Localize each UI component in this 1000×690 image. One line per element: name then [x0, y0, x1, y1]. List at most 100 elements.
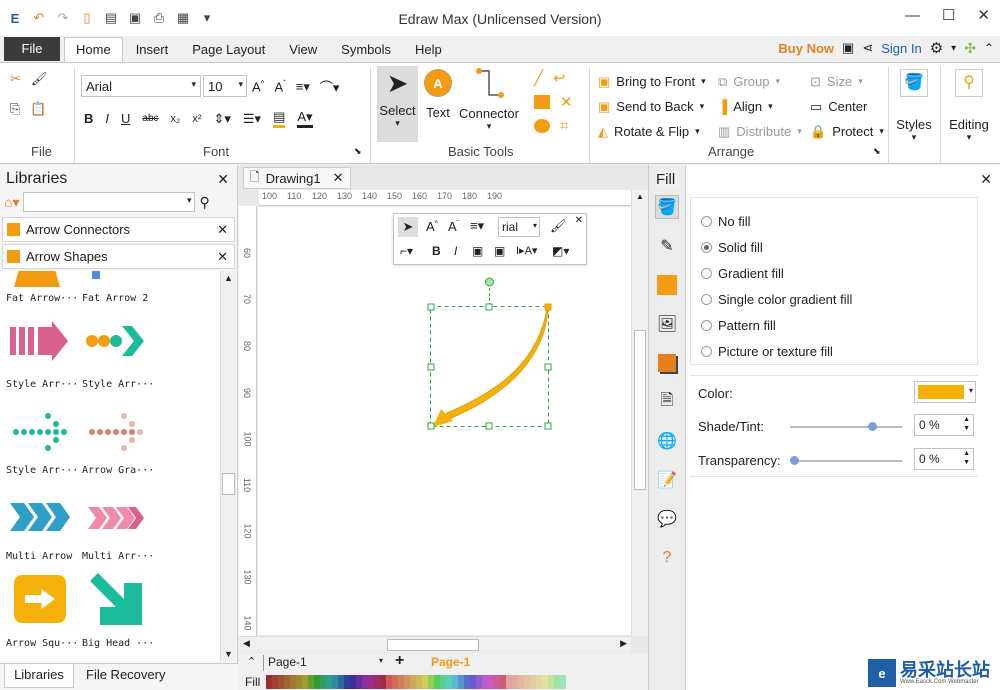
- protect-button[interactable]: Protect: [832, 124, 873, 139]
- image-tab-icon[interactable]: 🖼: [655, 312, 679, 336]
- color-palette[interactable]: [266, 674, 567, 689]
- paste-icon[interactable]: 📋: [30, 101, 46, 117]
- skin-icon[interactable]: ✣: [964, 40, 976, 57]
- send-to-back-button[interactable]: Send to Back: [616, 99, 693, 114]
- slider-knob[interactable]: [868, 422, 877, 431]
- layer-tab-icon[interactable]: [655, 351, 679, 375]
- help-tab-icon[interactable]: ?: [655, 546, 679, 570]
- share-icon[interactable]: ⋖: [862, 40, 873, 56]
- size-button[interactable]: Size: [827, 74, 852, 89]
- group-button[interactable]: Group: [733, 74, 769, 89]
- fill-option-gradient[interactable]: Gradient fill: [691, 260, 977, 286]
- resize-handle[interactable]: [485, 303, 493, 311]
- font-color-icon[interactable]: A▾: [297, 109, 313, 128]
- center-button[interactable]: Center: [828, 99, 867, 114]
- subscript-icon[interactable]: x₂: [171, 113, 181, 125]
- transparency-input[interactable]: 0 % ▲ ▼: [914, 448, 974, 470]
- rotate-flip-button[interactable]: Rotate & Flip: [614, 124, 689, 139]
- tab-help[interactable]: Help: [404, 38, 453, 62]
- scroll-thumb[interactable]: [222, 473, 235, 495]
- format-painter-icon[interactable]: 🖌: [31, 71, 48, 87]
- radio-button[interactable]: [701, 345, 712, 357]
- style-arrow2-thumb[interactable]: [86, 326, 144, 356]
- slider-knob[interactable]: [790, 456, 799, 465]
- scroll-thumb[interactable]: [387, 639, 479, 651]
- radio-button[interactable]: [701, 267, 712, 279]
- palette-color-swatch[interactable]: [560, 674, 567, 689]
- tab-home[interactable]: Home: [64, 37, 123, 62]
- close-icon[interactable]: ✕: [977, 6, 990, 24]
- close-tab-icon[interactable]: ✕: [333, 170, 344, 186]
- mini-fill-icon[interactable]: ◩▾: [552, 244, 569, 258]
- crop-icon[interactable]: ⌗: [560, 117, 568, 134]
- resize-handle[interactable]: [427, 363, 435, 371]
- fill-option-solid[interactable]: Solid fill: [691, 234, 977, 260]
- note-tab-icon[interactable]: 📝: [655, 468, 679, 492]
- scroll-thumb[interactable]: [634, 330, 646, 490]
- big-head-arrow-thumb[interactable]: [90, 573, 142, 625]
- mini-italic-icon[interactable]: I: [454, 244, 457, 258]
- shade-slider[interactable]: [790, 422, 902, 431]
- radio-button[interactable]: [701, 319, 712, 331]
- close-libraries-icon[interactable]: ✕: [217, 171, 229, 188]
- radio-button[interactable]: [701, 293, 712, 305]
- selected-arrow-shape[interactable]: [419, 275, 559, 435]
- resize-handle[interactable]: [427, 303, 435, 311]
- resize-handle[interactable]: [544, 422, 552, 430]
- mini-spacing-icon[interactable]: I▸A▾: [516, 244, 537, 257]
- fill-tab-icon[interactable]: 🪣: [655, 195, 679, 219]
- mini-bring-front-icon[interactable]: ▣: [472, 244, 483, 258]
- grow-font-icon[interactable]: A^: [252, 79, 264, 94]
- close-fill-panel-icon[interactable]: ✕: [980, 171, 992, 188]
- libraries-scrollbar[interactable]: ▲ ▼: [220, 271, 236, 661]
- add-page-icon[interactable]: +: [395, 652, 404, 670]
- page-select[interactable]: Page-1 ▾: [263, 655, 387, 671]
- arc-icon[interactable]: ↩: [553, 69, 566, 87]
- document-tab[interactable]: 🗋 Drawing1 ✕: [243, 167, 351, 189]
- text-tool[interactable]: A Text: [422, 69, 454, 120]
- file-menu-button[interactable]: File: [4, 37, 60, 61]
- select-tool[interactable]: ➤ Select ▾: [377, 66, 418, 142]
- fill-option-picture[interactable]: Picture or texture fill: [691, 338, 977, 364]
- connector-tool[interactable]: Connector ▾: [458, 67, 520, 132]
- tab-insert[interactable]: Insert: [125, 38, 180, 62]
- mini-shrink-font-icon[interactable]: Aˇ: [448, 219, 459, 234]
- tab-symbols[interactable]: Symbols: [330, 38, 402, 62]
- dialog-launcher-icon[interactable]: ⬊: [873, 146, 881, 157]
- copy-icon[interactable]: ⎘: [10, 101, 20, 117]
- styles-button[interactable]: 🪣 Styles ▾: [893, 69, 935, 143]
- sign-in-link[interactable]: Sign In: [881, 41, 921, 56]
- radio-button[interactable]: [701, 215, 712, 227]
- tab-libraries[interactable]: Libraries: [4, 664, 74, 688]
- bold-icon[interactable]: B: [84, 111, 93, 126]
- fill-option-none[interactable]: No fill: [691, 208, 977, 234]
- cross-icon[interactable]: ✕: [560, 93, 573, 111]
- mini-bold-icon[interactable]: B: [432, 244, 441, 258]
- tab-view[interactable]: View: [278, 38, 328, 62]
- spinner-icon[interactable]: ▲ ▼: [963, 449, 970, 467]
- style-arrow-thumb[interactable]: [10, 321, 68, 361]
- strikethrough-icon[interactable]: abc: [142, 113, 158, 124]
- bring-to-front-button[interactable]: Bring to Front: [616, 74, 695, 89]
- font-size-select[interactable]: 10 ▾: [203, 75, 247, 97]
- line-icon[interactable]: ╱: [534, 69, 543, 87]
- maximize-icon[interactable]: ☐: [942, 6, 955, 24]
- library-category-arrow-connectors[interactable]: Arrow Connectors ✕: [2, 217, 235, 242]
- font-family-select[interactable]: Arial ▾: [81, 75, 201, 97]
- shade-input[interactable]: 0 % ▲ ▼: [914, 414, 974, 436]
- superscript-icon[interactable]: x²: [192, 113, 201, 125]
- cut-icon[interactable]: ✂: [10, 71, 21, 87]
- page-tab-icon[interactable]: 🗎: [655, 390, 679, 414]
- mini-close-icon[interactable]: ✕: [575, 215, 583, 226]
- multi-arrow-thumb[interactable]: [10, 503, 70, 531]
- bullets-icon[interactable]: ☰▾: [243, 111, 261, 127]
- page-nav-icon[interactable]: ⌃: [247, 655, 256, 668]
- italic-icon[interactable]: I: [105, 111, 109, 126]
- multi-arrow2-thumb[interactable]: [88, 507, 144, 529]
- vertical-scrollbar[interactable]: ▲: [631, 190, 648, 636]
- line-spacing-icon[interactable]: ⌒▾: [320, 77, 340, 96]
- shadow-tab-icon[interactable]: [655, 273, 679, 297]
- hyperlink-tab-icon[interactable]: 🌐: [655, 429, 679, 453]
- mini-connector-icon[interactable]: ⌐▾: [400, 244, 413, 258]
- resize-handle[interactable]: [485, 422, 493, 430]
